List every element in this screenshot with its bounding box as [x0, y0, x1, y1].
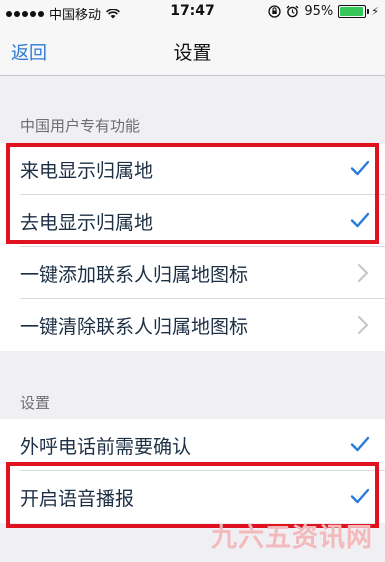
- row-clear-contact-location-icon[interactable]: 一键清除联系人归属地图标: [0, 299, 385, 351]
- checkmark-icon: [350, 488, 370, 504]
- checkmark-icon: [350, 436, 370, 452]
- watermark: 九六五资讯网: [210, 523, 373, 553]
- row-confirm-before-call[interactable]: 外呼电话前需要确认: [0, 419, 385, 471]
- row-label: 一键添加联系人归属地图标: [20, 264, 249, 286]
- rotation-lock-icon: [268, 5, 282, 18]
- row-add-contact-location-icon[interactable]: 一键添加联系人归属地图标: [0, 247, 385, 299]
- status-right: 95% ⚡: [268, 4, 379, 19]
- status-bar: 中国移动 17:47 95% ⚡: [0, 0, 385, 24]
- row-voice-broadcast[interactable]: 开启语音播报: [0, 471, 385, 523]
- navigation-bar: 返回 设置: [0, 24, 385, 76]
- chevron-right-icon: [357, 315, 369, 335]
- row-label: 来电显示归属地: [20, 160, 154, 182]
- checkmark-icon: [350, 212, 370, 228]
- section-header-settings: 设置: [20, 394, 51, 412]
- row-label: 外呼电话前需要确认: [20, 436, 192, 458]
- section-header-china-features: 中国用户专有功能: [20, 117, 141, 135]
- settings-screen: 中国移动 17:47 95% ⚡ 返回 设置 中国用户专有功能 来电显示归属地 …: [0, 0, 385, 562]
- row-incoming-call-location[interactable]: 来电显示归属地: [0, 143, 385, 195]
- row-label: 一键清除联系人归属地图标: [20, 316, 249, 338]
- charging-bolt-icon: ⚡: [371, 5, 379, 18]
- row-label: 开启语音播报: [20, 488, 135, 510]
- checkmark-icon: [350, 160, 370, 176]
- battery-percent: 95%: [304, 4, 334, 19]
- chevron-right-icon: [357, 263, 369, 283]
- row-label: 去电显示归属地: [20, 212, 154, 234]
- alarm-icon: [286, 5, 299, 18]
- battery-icon: [338, 5, 370, 18]
- page-title: 设置: [173, 42, 212, 64]
- row-outgoing-call-location[interactable]: 去电显示归属地: [0, 195, 385, 247]
